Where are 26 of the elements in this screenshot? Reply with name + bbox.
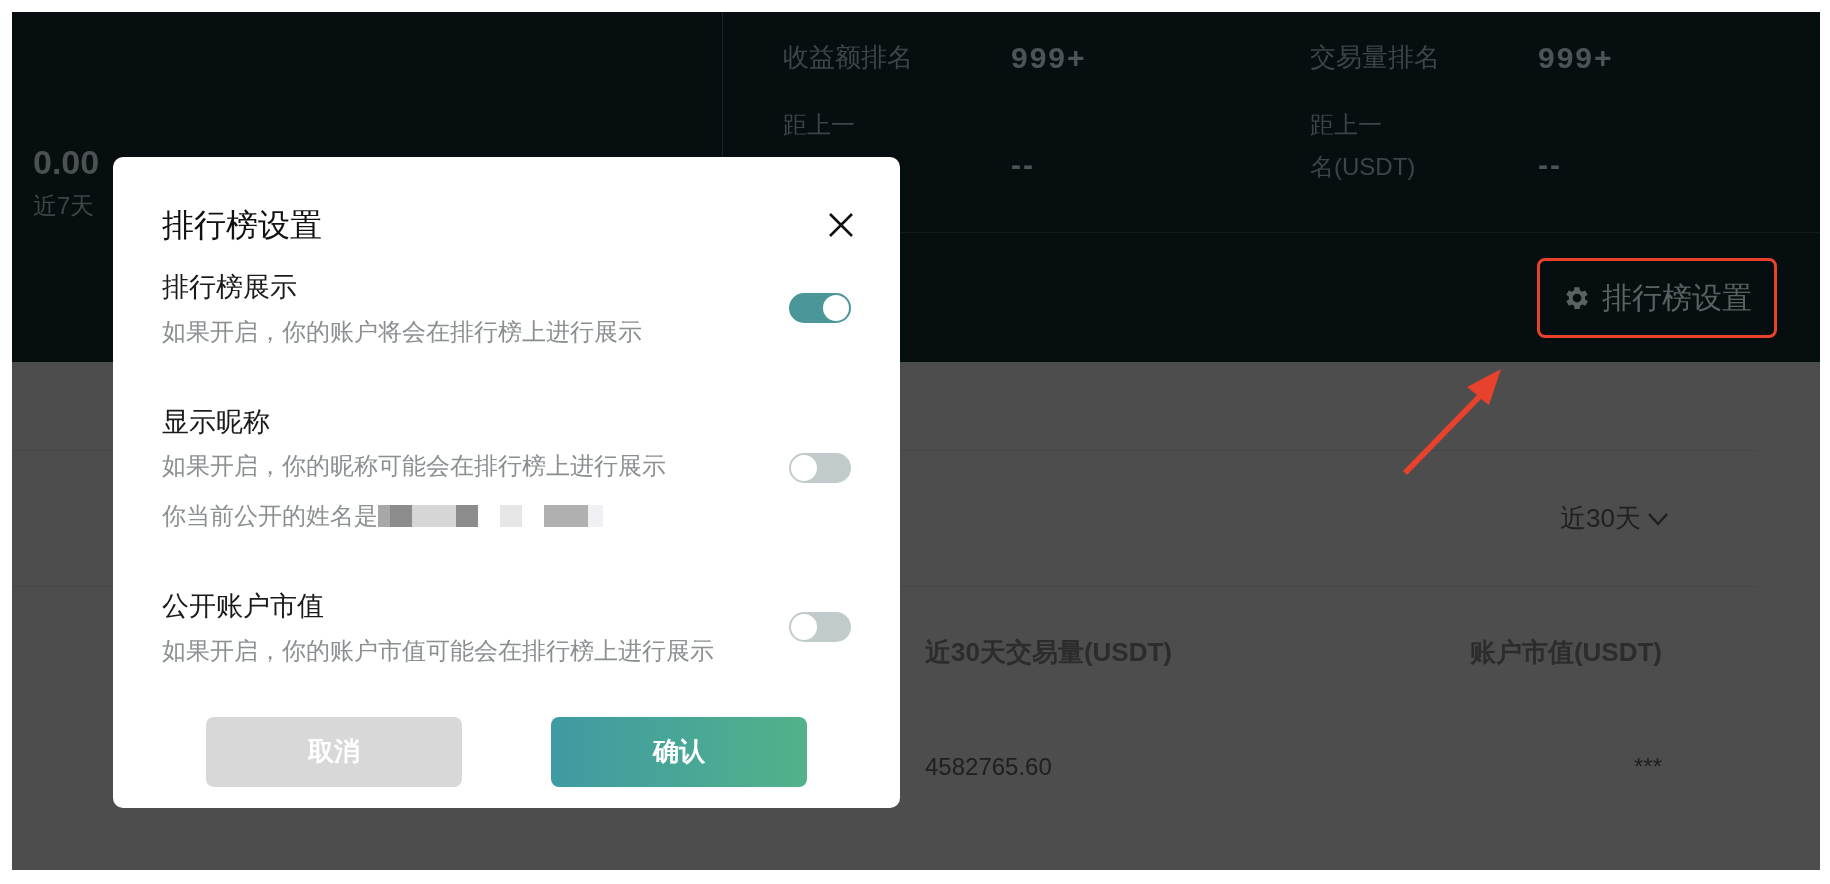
public-name-note: 你当前公开的姓名是	[162, 501, 378, 531]
setting-description: 如果开启，你的昵称可能会在排行榜上进行展示	[162, 451, 666, 481]
toggle-switch[interactable]	[789, 612, 851, 643]
stat-value: 999+	[1538, 39, 1614, 76]
dialog-title: 排行榜设置	[162, 206, 322, 245]
setting-title: 公开账户市值	[162, 590, 325, 623]
setting-description: 如果开启，你的账户市值可能会在排行榜上进行展示	[162, 635, 714, 666]
toggle-switch[interactable]	[789, 293, 851, 324]
stat-label: 距上一	[783, 110, 856, 140]
summary-value: 0.00	[33, 142, 100, 183]
stat-label: 名(USDT)	[1310, 152, 1417, 182]
setting-title: 排行榜展示	[162, 271, 298, 304]
stat-label: 距上一	[1310, 110, 1383, 140]
setting-title: 显示昵称	[162, 405, 271, 439]
stat-label: 交易量排名	[1310, 40, 1441, 74]
close-icon[interactable]	[827, 211, 855, 239]
setting-description: 如果开启，你的账户将会在排行榜上进行展示	[162, 316, 642, 347]
caret-icon	[1647, 511, 1669, 526]
stat-value: 999+	[1011, 39, 1087, 76]
stat-value: --	[1538, 147, 1562, 183]
confirm-button[interactable]: 确认	[551, 716, 807, 787]
leaderboard-settings-button[interactable]: 排行榜设置	[1537, 257, 1777, 338]
toggle-switch[interactable]	[789, 452, 851, 483]
stat-value: --	[1011, 147, 1035, 183]
table-cell-text: ***	[1633, 752, 1662, 782]
stat-label: 收益额排名	[783, 40, 914, 74]
